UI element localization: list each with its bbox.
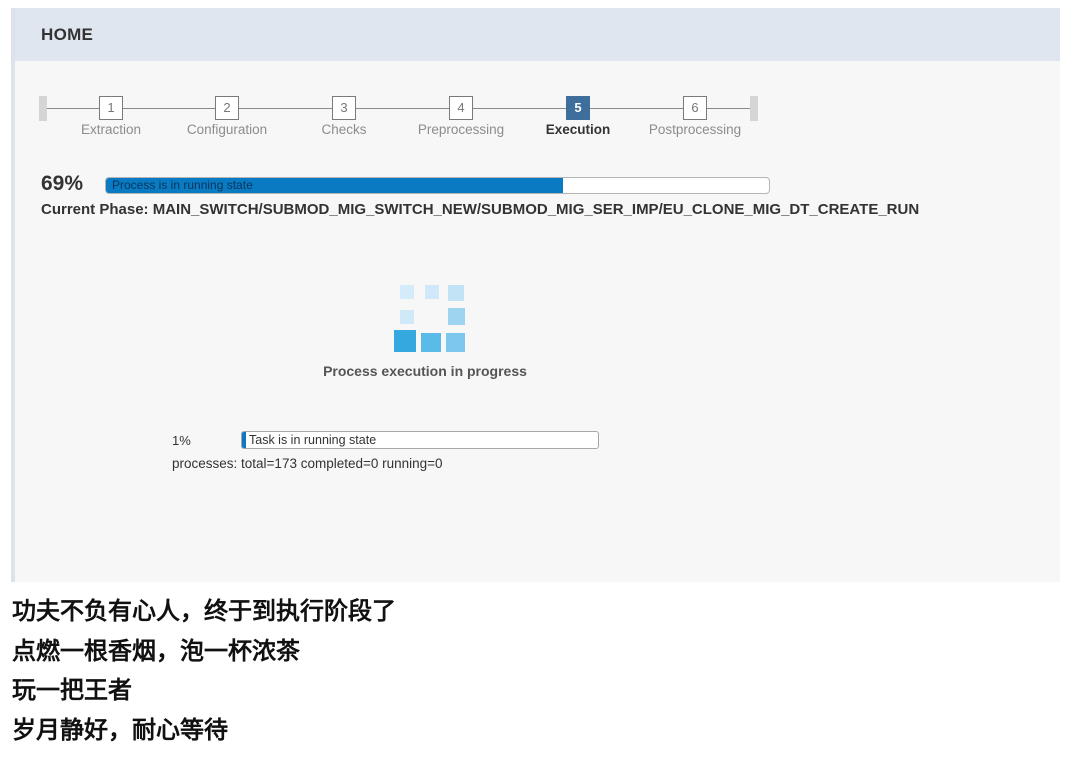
step-number: 2 [215,96,239,120]
overall-progress-percent: 69% [41,172,84,195]
caption-line: 玩一把王者 [12,676,132,704]
overall-progress-status: Process is in running state [112,178,253,192]
loader-square [400,310,414,324]
caption-line: 岁月静好，耐心等待 [12,715,228,744]
overall-progress-bar: Process is in running state [105,177,770,194]
step-number: 4 [449,96,473,120]
step-number: 5 [566,96,590,120]
task-progress-fill [242,432,246,448]
caption-line: 点燃一根香烟，泡一杯浓茶 [12,636,300,665]
app-window: HOME 1 Extraction 2 Configuration 3 Chec… [11,8,1060,582]
step-postprocessing[interactable]: 6 Postprocessing [635,96,755,137]
task-progress-bar: Task is in running state [241,431,599,449]
loader-square [421,333,441,352]
loader-square [394,330,416,352]
step-label: Extraction [80,122,142,137]
header-bar: HOME [15,8,1060,61]
wizard-stepper: 1 Extraction 2 Configuration 3 Checks 4 … [39,96,759,146]
loader-square [448,308,465,325]
loader-square [400,285,414,299]
task-progress-status: Task is in running state [249,433,377,447]
caption-text: 功夫不负有心人，终于到执行阶段了 点燃一根香烟，泡一杯浓茶 玩一把王者 岁月静好… [12,592,396,750]
processes-summary: processes: total=173 completed=0 running… [172,456,443,471]
current-phase-text: Current Phase: MAIN_SWITCH/SUBMOD_MIG_SW… [41,201,920,218]
step-extraction[interactable]: 1 Extraction [51,96,171,137]
loader-square [448,285,464,301]
step-label: Checks [321,122,367,137]
step-label: Configuration [186,122,268,137]
task-progress-percent: 1% [172,433,191,448]
loader-square [446,333,465,352]
step-checks[interactable]: 3 Checks [284,96,404,137]
step-label: Preprocessing [417,122,505,137]
step-label: Postprocessing [648,122,742,137]
step-execution[interactable]: 5 Execution [518,96,638,137]
loader-square [425,285,439,299]
step-number: 3 [332,96,356,120]
caption-line: 功夫不负有心人，终于到执行阶段了 [12,597,396,625]
step-number: 6 [683,96,707,120]
process-execution-message: Process execution in progress [323,363,527,379]
step-configuration[interactable]: 2 Configuration [167,96,287,137]
busy-indicator-icon [392,283,467,355]
step-label: Execution [545,122,611,137]
step-preprocessing[interactable]: 4 Preprocessing [401,96,521,137]
stepper-rail-start-cap [39,96,47,121]
step-number: 1 [99,96,123,120]
page-title: HOME [41,24,94,44]
